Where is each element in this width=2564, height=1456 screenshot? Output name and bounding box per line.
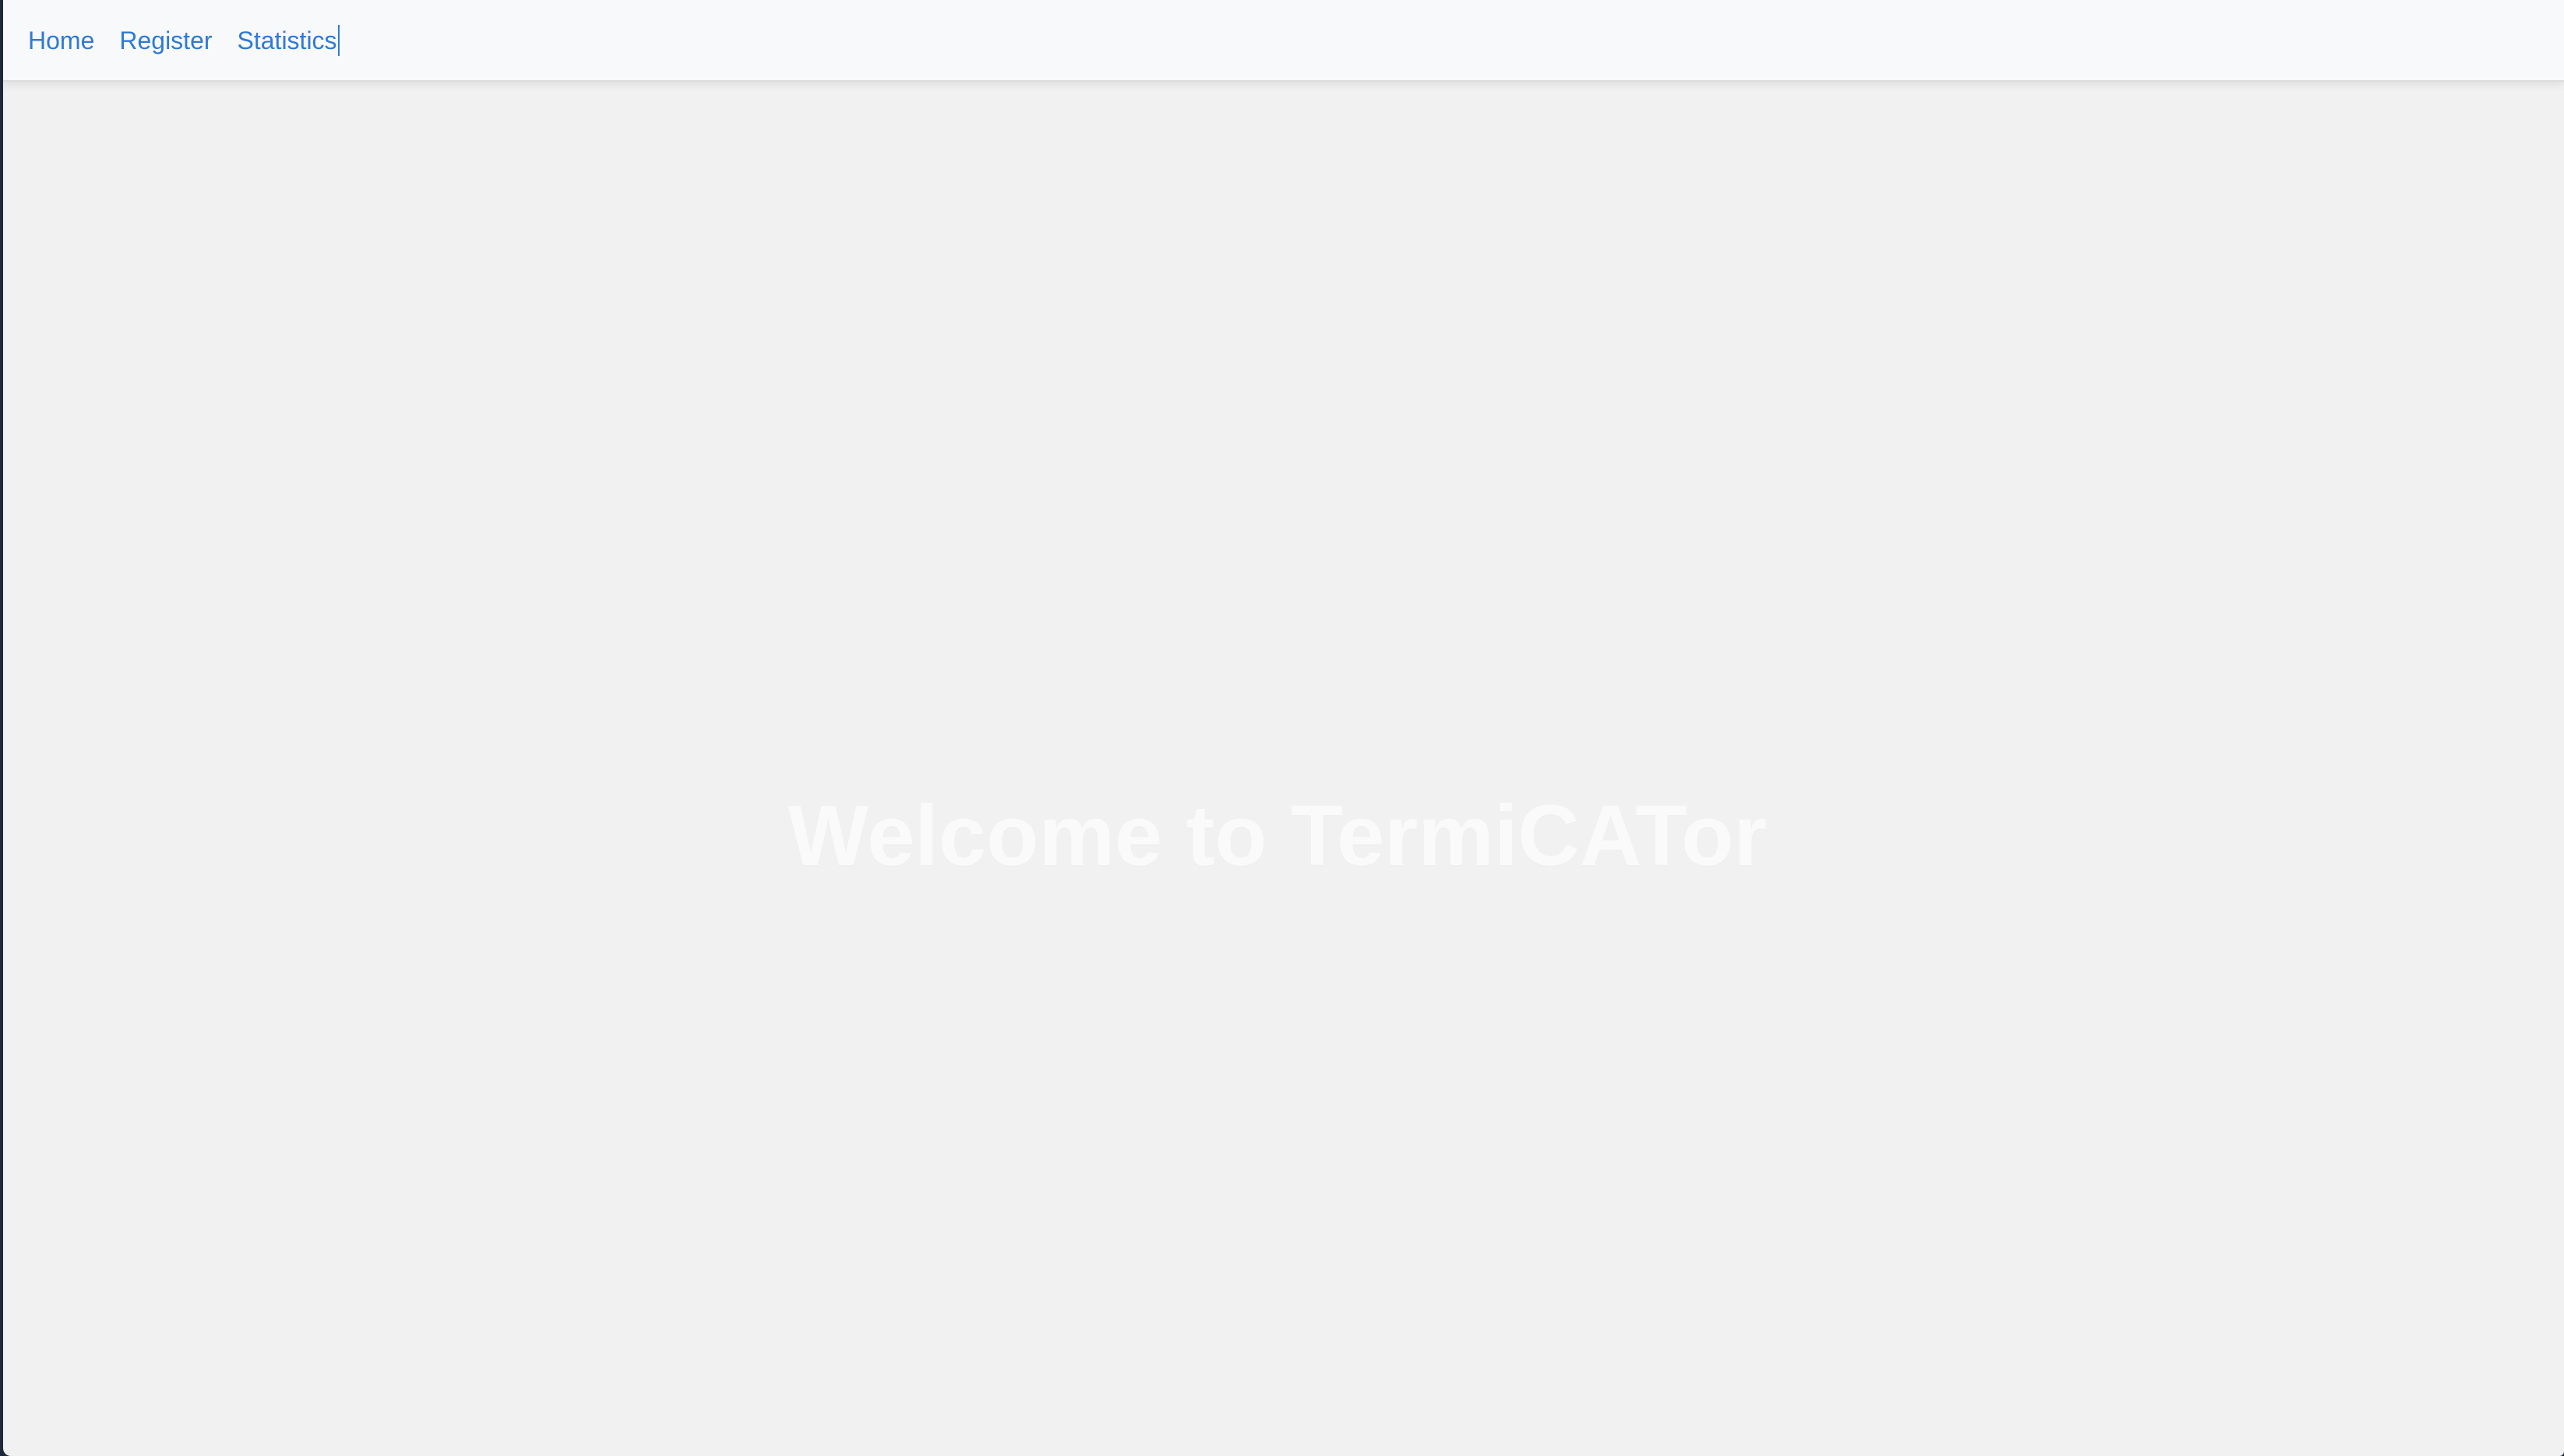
nav-link-register[interactable]: Register: [119, 28, 212, 53]
page-title: Welcome to TermiCATor: [787, 788, 1767, 884]
top-navbar: Home Register Statistics: [3, 0, 2564, 82]
text-cursor: [337, 24, 340, 56]
app-window: Home Register Statistics Welcome to Term…: [3, 0, 2564, 1456]
hero-section: Welcome to TermiCATor: [3, 786, 2558, 885]
nav-link-home[interactable]: Home: [28, 28, 94, 53]
nav-link-statistics[interactable]: Statistics: [238, 28, 337, 53]
